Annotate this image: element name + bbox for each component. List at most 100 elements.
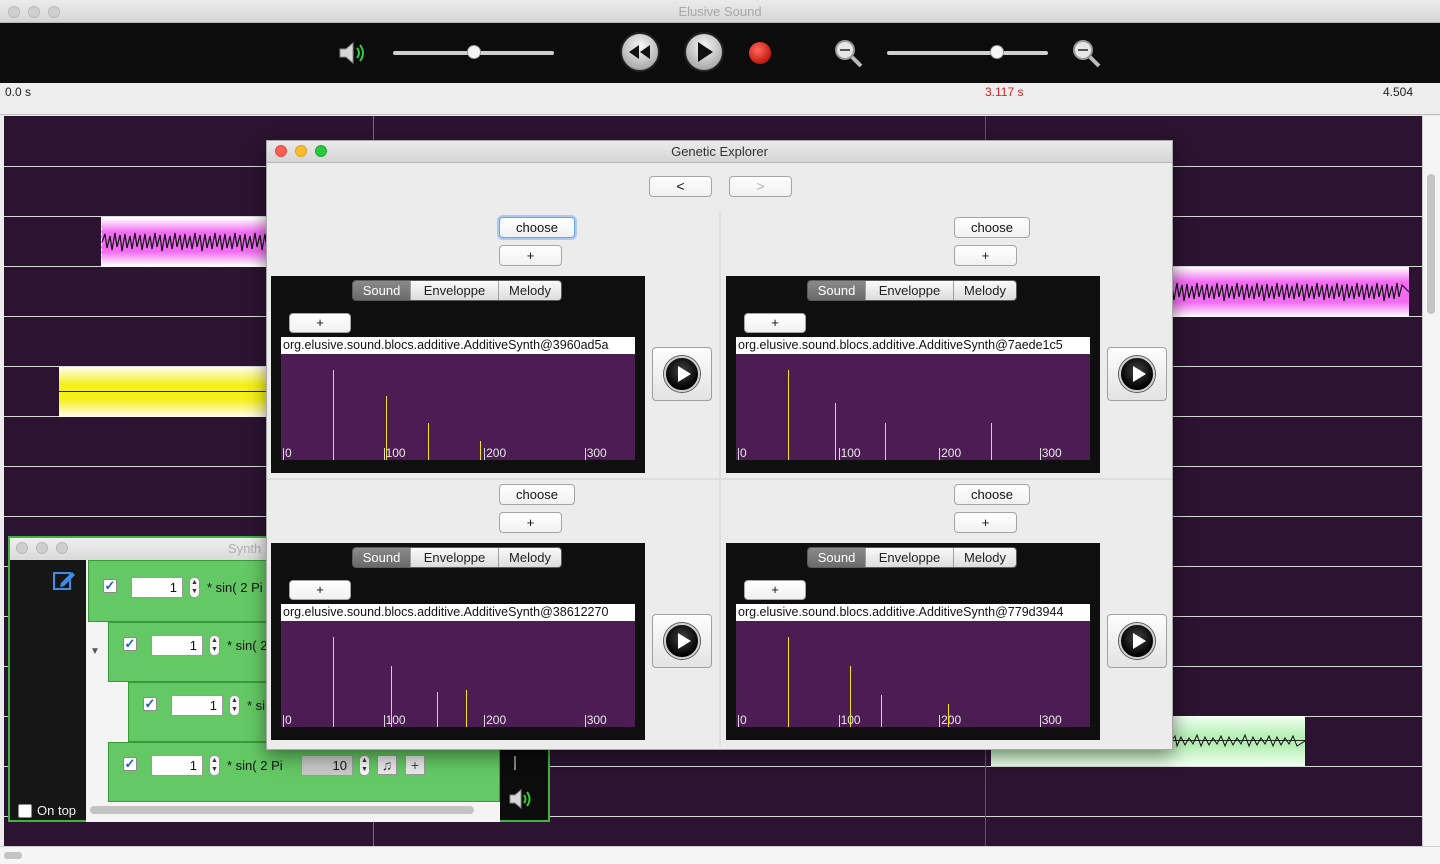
row-enabled-checkbox[interactable]: ✓ (123, 757, 137, 771)
transport-toolbar (0, 23, 1440, 83)
choose-button[interactable]: choose (954, 217, 1030, 238)
zoom-out-icon[interactable] (833, 38, 863, 71)
play-candidate-button[interactable] (652, 614, 712, 668)
ruler-cursor-label: 3.117 s (985, 85, 1024, 99)
synth-title: Synth (228, 541, 262, 556)
tab-sound[interactable]: Sound (353, 281, 411, 300)
amplitude-stepper[interactable]: ▲ ▼ (209, 755, 220, 776)
add-candidate-button[interactable]: + (499, 245, 562, 266)
sound-clip-yellow[interactable] (59, 367, 274, 417)
ruler-end-label: 4.504 (1383, 85, 1414, 99)
spectrum-tick (484, 715, 486, 727)
row-enabled-checkbox[interactable]: ✓ (123, 637, 137, 651)
spectrum-peak (333, 636, 335, 727)
spectrum-tick (838, 448, 840, 460)
spectrum-peak (466, 689, 468, 727)
time-ruler[interactable]: 0.0 s 3.117 s 4.504 (0, 83, 1440, 115)
tab-sound[interactable]: Sound (808, 548, 866, 567)
synth-zoom-button[interactable] (56, 542, 68, 554)
volume-slider[interactable] (393, 45, 554, 61)
amplitude-field[interactable]: 1 (171, 695, 223, 716)
timeline-horizontal-scrollbar[interactable] (0, 846, 1440, 864)
tab-enveloppe[interactable]: Enveloppe (411, 281, 499, 300)
play-icon (1133, 633, 1146, 649)
play-button[interactable] (684, 32, 724, 72)
spectrum-view: 0 100 200 300 (281, 621, 635, 727)
spectrum-tick (838, 715, 840, 727)
zoom-slider[interactable] (887, 45, 1048, 61)
synth-horizontal-scrollbar[interactable] (90, 806, 474, 814)
amplitude-field[interactable]: 1 (151, 755, 203, 776)
frequency-stepper[interactable]: ▲ ▼ (359, 755, 370, 776)
tab-sound[interactable]: Sound (808, 281, 866, 300)
spectrum-peak (880, 695, 882, 727)
speaker-icon[interactable] (508, 788, 534, 813)
add-row-button[interactable]: + (405, 755, 425, 775)
choose-button[interactable]: choose (954, 484, 1030, 505)
spectrum-peak (849, 665, 851, 727)
play-candidate-button[interactable] (1107, 347, 1167, 401)
spectrum-peak (884, 422, 886, 460)
tab-melody[interactable]: Melody (499, 281, 561, 300)
edit-icon[interactable] (52, 568, 76, 595)
note-icon[interactable]: ♫ (377, 755, 397, 775)
tab-enveloppe[interactable]: Enveloppe (866, 548, 954, 567)
tab-enveloppe[interactable]: Enveloppe (866, 281, 954, 300)
spectrum-tick (738, 448, 739, 460)
row-enabled-checkbox[interactable]: ✓ (143, 697, 157, 711)
tab-melody[interactable]: Melody (954, 281, 1016, 300)
spectrum-tick (283, 715, 284, 727)
amplitude-stepper[interactable]: ▲ ▼ (209, 635, 220, 656)
timeline-vertical-scrollbar[interactable] (1422, 116, 1440, 846)
frequency-field[interactable]: 10 (301, 755, 353, 776)
sound-clip-pink-1[interactable] (101, 217, 283, 267)
synth-close-button[interactable] (16, 542, 28, 554)
add-candidate-button[interactable]: + (954, 512, 1017, 533)
amplitude-field[interactable]: 1 (151, 635, 203, 656)
add-candidate-button[interactable]: + (499, 512, 562, 533)
add-block-button[interactable]: + (289, 580, 351, 600)
spectrum-tick-label: 0 (740, 446, 747, 460)
spectrum-tick-label: 200 (486, 446, 507, 460)
zoom-in-icon[interactable] (1071, 38, 1101, 71)
candidate-panel: Sound Enveloppe Melody + org.elusive.sou… (726, 276, 1100, 473)
sound-clip-pink-2[interactable] (1163, 267, 1410, 317)
play-icon (698, 42, 713, 62)
amplitude-stepper[interactable]: ▲ ▼ (229, 695, 240, 716)
tab-sound[interactable]: Sound (353, 548, 411, 567)
spectrum-tick (584, 715, 586, 727)
play-candidate-button[interactable] (652, 347, 712, 401)
record-button[interactable] (749, 42, 771, 64)
explorer-title: Genetic Explorer (671, 144, 768, 159)
add-block-button[interactable]: + (289, 313, 351, 333)
tab-melody[interactable]: Melody (954, 548, 1016, 567)
tab-melody[interactable]: Melody (499, 548, 561, 567)
amplitude-stepper[interactable]: ▲ ▼ (189, 577, 200, 598)
add-candidate-button[interactable]: + (954, 245, 1017, 266)
next-generation-button[interactable]: > (729, 176, 792, 197)
collapse-triangle-icon[interactable]: ▼ (90, 646, 100, 657)
spectrum-tick (484, 448, 486, 460)
spectrum-view: 0 100 200 300 (736, 354, 1090, 460)
window-title: Elusive Sound (678, 4, 762, 19)
add-block-button[interactable]: + (744, 580, 806, 600)
on-top-checkbox[interactable] (18, 804, 32, 818)
explorer-title-bar: Genetic Explorer (267, 141, 1172, 163)
speaker-icon[interactable] (337, 40, 367, 69)
row-enabled-checkbox[interactable]: ✓ (103, 579, 117, 593)
add-block-button[interactable]: + (744, 313, 806, 333)
amplitude-field[interactable]: 1 (131, 577, 183, 598)
choose-button[interactable]: choose (499, 217, 575, 238)
genetic-explorer-window: Genetic Explorer < > choose + Sound Enve… (266, 140, 1173, 750)
choose-button[interactable]: choose (499, 484, 575, 505)
spectrum-tick-label: 100 (385, 446, 406, 460)
play-candidate-button[interactable] (1107, 614, 1167, 668)
previous-generation-button[interactable]: < (649, 176, 712, 197)
rewind-button[interactable] (620, 32, 660, 72)
synth-minimize-button[interactable] (36, 542, 48, 554)
spectrum-tick-label: 0 (285, 446, 292, 460)
row-expression: * sin( 2 Pi (207, 580, 263, 595)
row-expression: * sin( 2 Pi (227, 758, 283, 773)
tab-enveloppe[interactable]: Enveloppe (411, 548, 499, 567)
spectrum-tick (939, 715, 941, 727)
